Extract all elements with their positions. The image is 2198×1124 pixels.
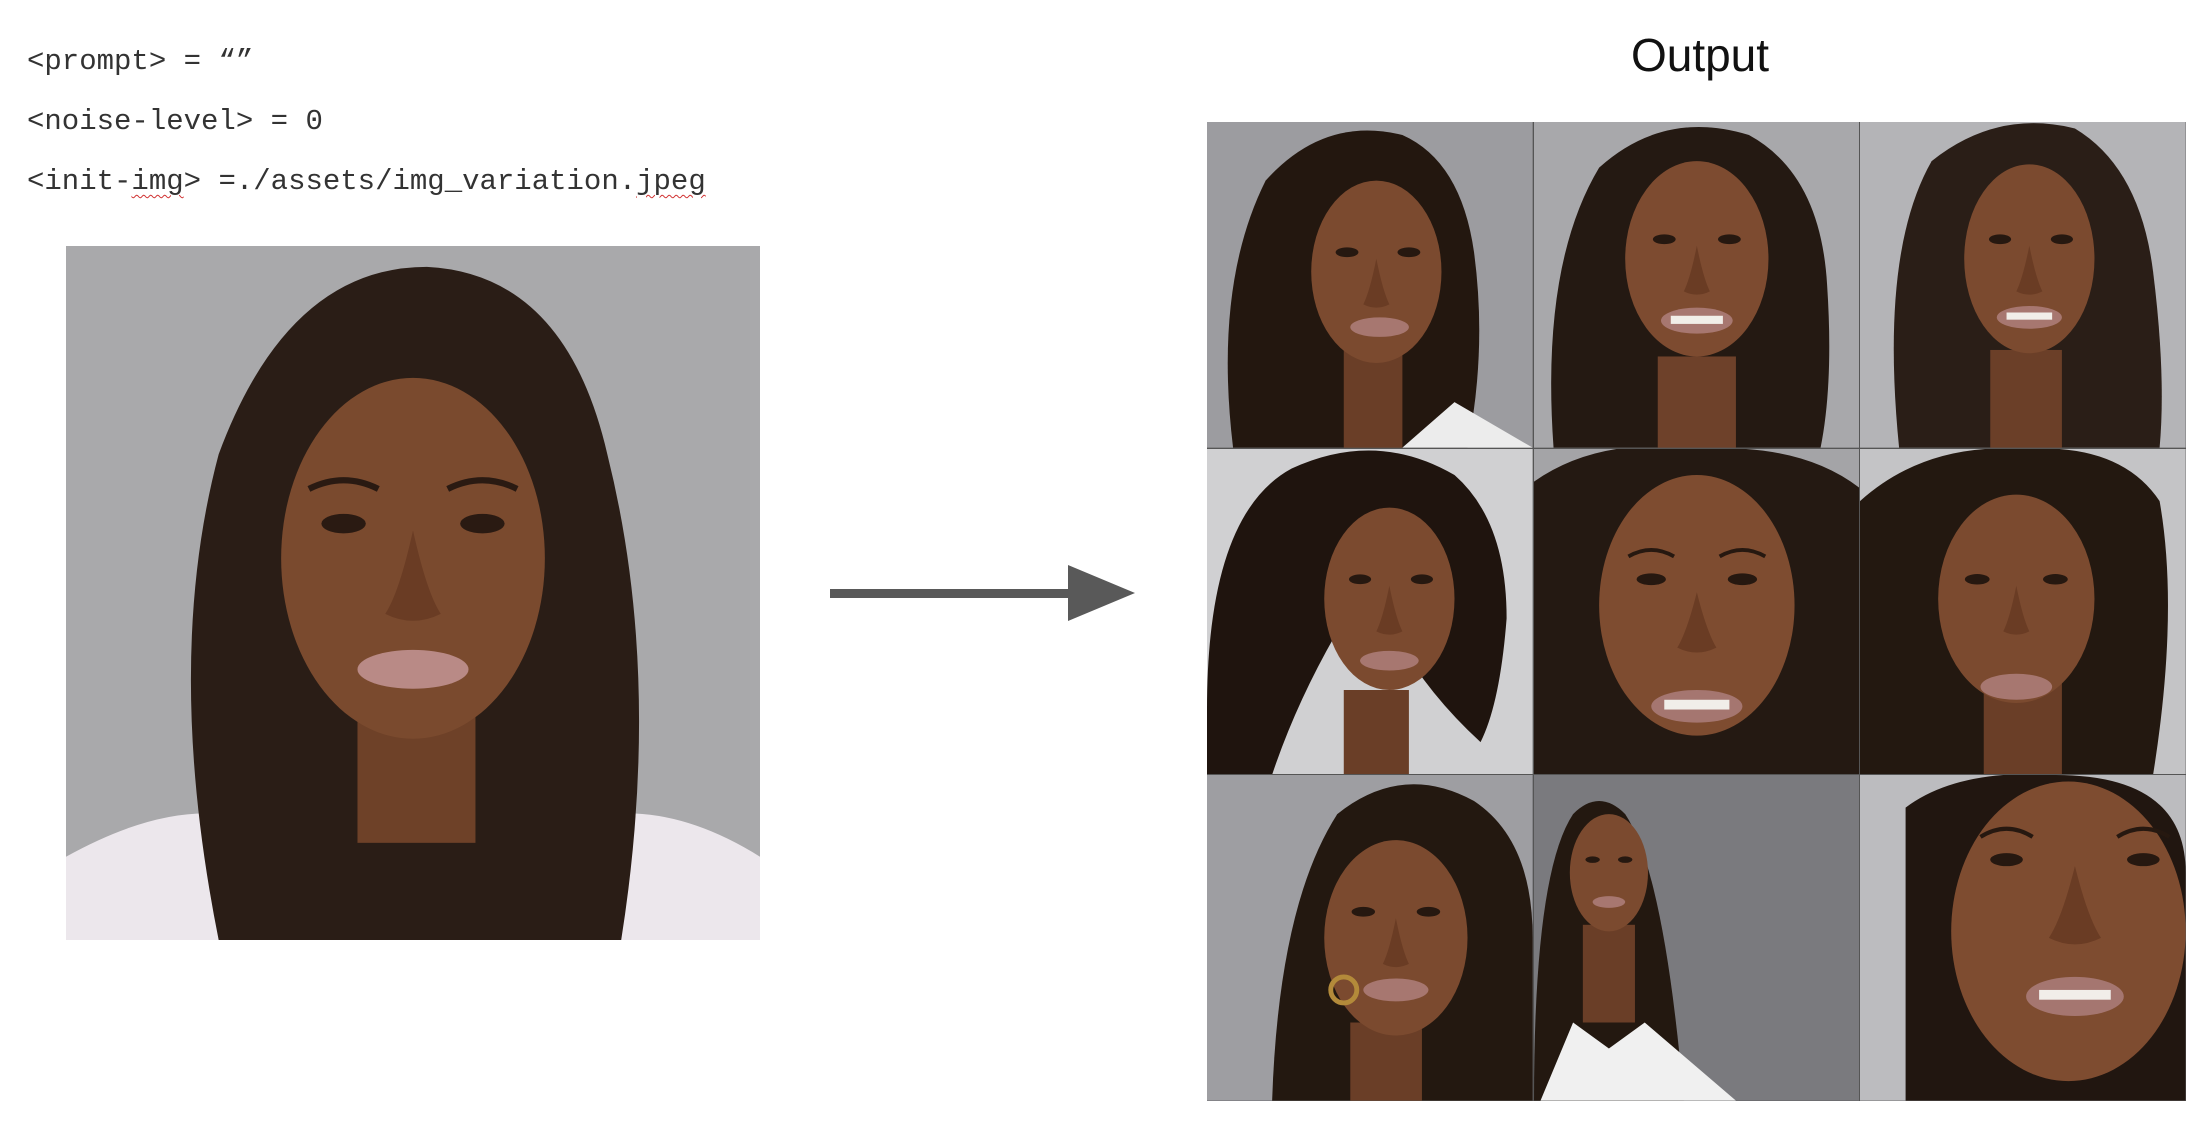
portrait-image bbox=[1533, 448, 1860, 775]
output-image-8 bbox=[1533, 775, 1860, 1101]
output-image-6 bbox=[1860, 448, 2186, 775]
output-image-9 bbox=[1860, 775, 2186, 1101]
output-title: Output bbox=[1630, 29, 1770, 81]
portrait-image bbox=[66, 246, 760, 940]
portrait-image bbox=[1207, 448, 1533, 775]
portrait-image bbox=[1860, 448, 2186, 775]
prompt-param: <prompt> = “” bbox=[27, 45, 254, 78]
portrait-image bbox=[1860, 122, 2186, 448]
parameter-list: <prompt> = “” <noise-level> = 0 <init-im… bbox=[27, 40, 706, 220]
arrow-icon bbox=[830, 565, 1135, 621]
portrait-image bbox=[1207, 775, 1533, 1101]
output-image-3 bbox=[1860, 122, 2186, 448]
init-img-param: <init-img> =./assets/img_variation.jpeg bbox=[27, 165, 706, 198]
portrait-image bbox=[1207, 122, 1533, 448]
output-image-2 bbox=[1533, 122, 1860, 448]
output-grid bbox=[1207, 122, 2186, 1101]
portrait-image bbox=[1533, 775, 1860, 1101]
noise-level-param: <noise-level> = 0 bbox=[27, 105, 323, 138]
output-image-4 bbox=[1207, 448, 1533, 775]
init-image bbox=[66, 246, 760, 940]
output-image-5 bbox=[1533, 448, 1860, 775]
output-image-7 bbox=[1207, 775, 1533, 1101]
output-image-1 bbox=[1207, 122, 1533, 448]
portrait-image bbox=[1533, 122, 1860, 448]
portrait-image bbox=[1860, 775, 2186, 1101]
